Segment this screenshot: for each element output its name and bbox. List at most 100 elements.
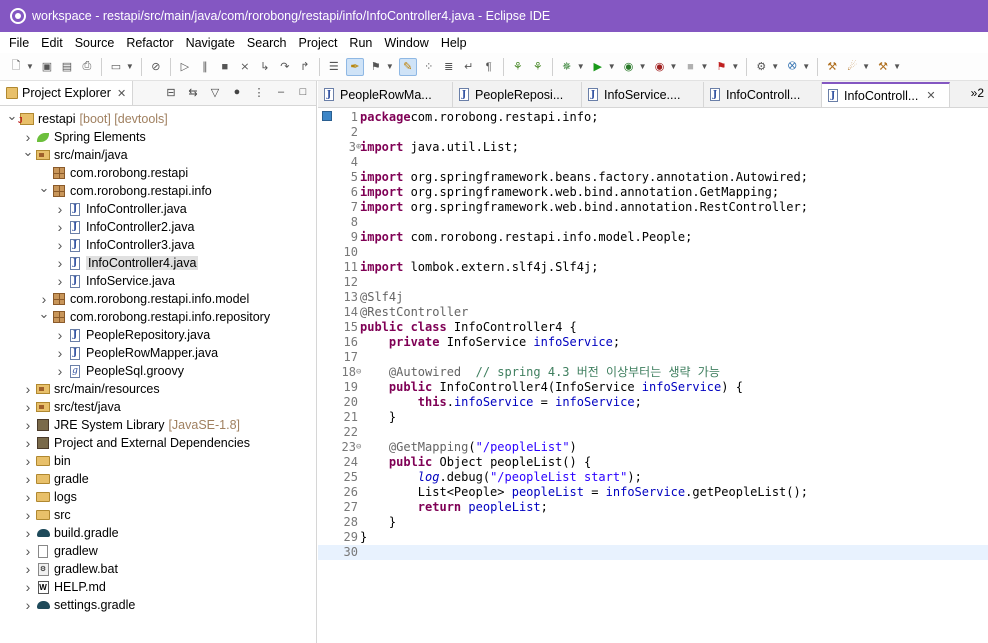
code-line[interactable]: 10	[318, 245, 988, 260]
editor-tab[interactable]: J PeopleReposi...	[453, 82, 582, 107]
disconnect-icon[interactable]: ⨯	[237, 59, 253, 75]
toggle-mark-occurrences-icon[interactable]: ✒	[345, 57, 364, 76]
tree-item[interactable]: › g PeopleSql.groovy	[54, 362, 184, 380]
spring-boot-icon[interactable]: ⚘	[510, 59, 526, 75]
open-type-icon[interactable]: ⚑	[368, 59, 384, 75]
view-menu-icon[interactable]: ⋮	[252, 85, 266, 99]
code-line[interactable]: 25 log.debug("/peopleList start");	[318, 470, 988, 485]
code-line[interactable]: 5 import org.springframework.beans.factor…	[318, 170, 988, 185]
tab-overflow-button[interactable]: »2	[971, 86, 984, 100]
perspective-dropdown-icon[interactable]: ▼	[893, 62, 901, 71]
collapsed-arrow-icon[interactable]: ›	[22, 489, 34, 505]
collapsed-arrow-icon[interactable]: ›	[54, 201, 66, 217]
code-line[interactable]: 18 ⊖ @Autowired // spring 4.3 버전 이상부터는 생략…	[318, 365, 988, 380]
collapsed-arrow-icon[interactable]: ›	[22, 435, 34, 451]
stop-dropdown-icon[interactable]: ▼	[700, 62, 708, 71]
code-line[interactable]: 27 return peopleList;	[318, 500, 988, 515]
save-icon[interactable]: ▣	[39, 59, 55, 75]
collapsed-arrow-icon[interactable]: ›	[54, 363, 66, 379]
perspective-icon[interactable]: ⚒	[875, 59, 891, 75]
collapsed-arrow-icon[interactable]: ›	[38, 291, 50, 307]
code-line[interactable]: 28 }	[318, 515, 988, 530]
tree-item[interactable]: › J InfoController3.java	[54, 236, 195, 254]
collapsed-arrow-icon[interactable]: ›	[22, 543, 34, 559]
collapsed-arrow-icon[interactable]: ›	[22, 399, 34, 415]
menu-run[interactable]: Run	[344, 36, 377, 50]
new-spring-starter-icon[interactable]: ⭙	[784, 59, 800, 75]
tree-item[interactable]: › Project and External Dependencies	[22, 434, 250, 452]
code-line[interactable]: 30	[318, 545, 988, 560]
focus-icon[interactable]: ●	[230, 85, 244, 99]
tree-item[interactable]: › src/test/java	[22, 398, 121, 416]
code-line[interactable]: 22	[318, 425, 988, 440]
code-line[interactable]: 16 private InfoService infoService;	[318, 335, 988, 350]
tree-item[interactable]: › com.rorobong.restapi.info.model	[38, 290, 250, 308]
tree-item[interactable]: › J PeopleRepository.java	[54, 326, 211, 344]
code-line[interactable]: 29}	[318, 530, 988, 545]
code-line[interactable]: 7 import org.springframework.web.bind.ann…	[318, 200, 988, 215]
step-return-icon[interactable]: ↱	[297, 59, 313, 75]
collapsed-arrow-icon[interactable]: ›	[22, 597, 34, 613]
expanded-arrow-icon[interactable]: ⌄	[38, 306, 50, 322]
menu-project[interactable]: Project	[294, 36, 343, 50]
code-line[interactable]: 26 List<People> peopleList = infoService…	[318, 485, 988, 500]
tree-item[interactable]: › gradle	[22, 470, 89, 488]
new-dropdown-icon[interactable]: ▼	[26, 62, 34, 71]
block-selection-icon[interactable]: ⁘	[421, 59, 437, 75]
coverage-icon[interactable]: ◉	[621, 59, 637, 75]
menu-edit[interactable]: Edit	[36, 36, 68, 50]
menu-source[interactable]: Source	[70, 36, 120, 50]
code-line[interactable]: 6 import org.springframework.web.bind.ann…	[318, 185, 988, 200]
menu-file[interactable]: File	[4, 36, 34, 50]
maximize-icon[interactable]: □	[296, 85, 310, 99]
collapse-all-icon[interactable]: ⊟	[164, 85, 178, 99]
new-java-project-dropdown-icon[interactable]: ▼	[771, 62, 779, 71]
code-line[interactable]: 2	[318, 125, 988, 140]
tree-item[interactable]: › J InfoController.java	[54, 200, 187, 218]
collapsed-arrow-icon[interactable]: ›	[54, 327, 66, 343]
toggle-breadcrumb-icon[interactable]: ☰	[326, 59, 342, 75]
collapsed-arrow-icon[interactable]: ›	[22, 525, 34, 541]
editor-tab[interactable]: J InfoControll...	[704, 82, 822, 107]
code-line[interactable]: 12	[318, 275, 988, 290]
collapsed-arrow-icon[interactable]: ›	[54, 237, 66, 253]
tree-item[interactable]: › J PeopleRowMapper.java	[54, 344, 218, 362]
new-icon[interactable]: 🗋	[8, 59, 24, 75]
code-line[interactable]: 11 import lombok.extern.slf4j.Slf4j;	[318, 260, 988, 275]
code-line[interactable]: 20 this.infoService = infoService;	[318, 395, 988, 410]
new-spring-starter-dropdown-icon[interactable]: ▼	[802, 62, 810, 71]
close-tab-icon[interactable]: ✕	[926, 89, 935, 102]
stop-icon[interactable]: ■	[682, 59, 698, 75]
code-line[interactable]: 4	[318, 155, 988, 170]
menu-help[interactable]: Help	[436, 36, 472, 50]
skip-breakpoints-icon[interactable]: ⊘	[148, 59, 164, 75]
external-tools-icon[interactable]: ◉	[652, 59, 668, 75]
code-line[interactable]: 17	[318, 350, 988, 365]
expanded-arrow-icon[interactable]: ⌄	[38, 180, 50, 196]
code-editor[interactable]: 1 packagecom.rorobong.restapi.info; 2 3 ⊕ imp…	[318, 108, 988, 643]
code-line[interactable]: 9 import com.rorobong.restapi.info.model.…	[318, 230, 988, 245]
resume-icon[interactable]: ▷	[177, 59, 193, 75]
tree-item[interactable]: › build.gradle	[22, 524, 119, 542]
collapsed-arrow-icon[interactable]: ›	[22, 507, 34, 523]
collapsed-arrow-icon[interactable]: ›	[54, 219, 66, 235]
relaunch-dropdown-icon[interactable]: ▼	[731, 62, 739, 71]
collapsed-arrow-icon[interactable]: ›	[54, 345, 66, 361]
code-line[interactable]: 24 public Object peopleList() {	[318, 455, 988, 470]
tree-item[interactable]: › src/main/resources	[22, 380, 160, 398]
terminate-icon[interactable]: ■	[217, 59, 233, 75]
run-dropdown-icon[interactable]: ▼	[608, 62, 616, 71]
tree-item[interactable]: › ⚙ gradlew.bat	[22, 560, 118, 578]
close-icon[interactable]: ✕	[117, 87, 126, 100]
expanded-arrow-icon[interactable]: ⌄	[22, 144, 34, 160]
code-line[interactable]: 21 }	[318, 410, 988, 425]
step-into-icon[interactable]: ↳	[257, 59, 273, 75]
debug-dropdown-icon[interactable]: ▼	[577, 62, 585, 71]
expanded-arrow-icon[interactable]: ⌄	[6, 108, 18, 124]
code-line[interactable]: 13 @Slf4j	[318, 290, 988, 305]
code-line[interactable]: 23 ⊖ @GetMapping("/peopleList")	[318, 440, 988, 455]
collapsed-arrow-icon[interactable]: ›	[22, 561, 34, 577]
tree-item[interactable]: ⌄ com.rorobong.restapi.info	[38, 180, 212, 200]
collapsed-arrow-icon[interactable]: ›	[22, 381, 34, 397]
quick-access-icon[interactable]: ☄	[844, 59, 860, 75]
